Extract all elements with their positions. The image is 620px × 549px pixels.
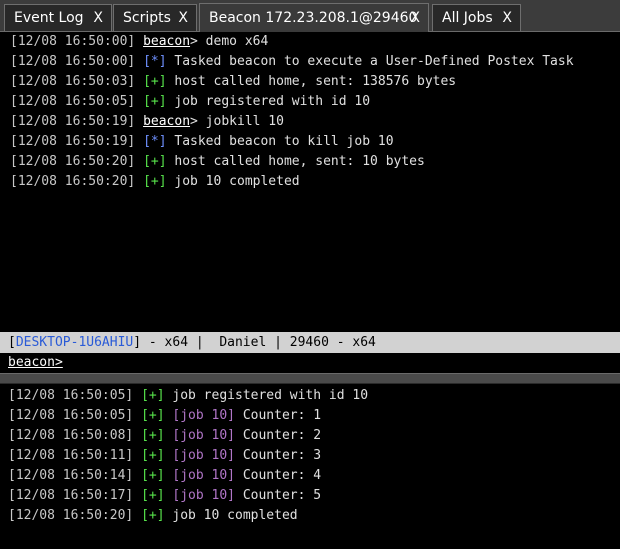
console-line: [12/08 16:50:05] [+] job registered with… [10, 92, 370, 112]
message-text: job registered with id 10 [166, 94, 371, 109]
close-icon[interactable]: X [410, 10, 420, 26]
success-tag: [+] [141, 508, 165, 523]
timestamp: [12/08 16:50:14] [8, 468, 134, 483]
job-tag: [job 10] [172, 488, 235, 503]
message-text: Tasked beacon to execute a User-Defined … [166, 54, 574, 69]
timestamp: [12/08 16:50:05] [8, 388, 134, 403]
console-line: [12/08 16:50:20] [+] job 10 completed [10, 172, 300, 192]
tab-bar: Event Log X Scripts X Beacon 172.23.208.… [0, 0, 620, 32]
success-tag: [+] [141, 408, 165, 423]
prompt-symbol: > [190, 114, 198, 129]
command-text: jobkill 10 [197, 114, 284, 129]
timestamp: [12/08 16:50:20] [10, 174, 136, 189]
tab-beacon[interactable]: Beacon 172.23.208.1@29460 X [199, 3, 429, 32]
console-line: [12/08 16:50:03] [+] host called home, s… [10, 72, 456, 92]
timestamp: [12/08 16:50:08] [8, 428, 134, 443]
message-text: job registered with id 10 [164, 388, 369, 403]
message-text: Counter: 1 [235, 408, 322, 423]
input-prompt: beacon> [8, 353, 63, 373]
success-tag: [+] [141, 488, 165, 503]
success-tag: [+] [141, 388, 165, 403]
message-text: Counter: 5 [235, 488, 322, 503]
message-text: job 10 completed [166, 174, 300, 189]
job-tag: [job 10] [172, 408, 235, 423]
console-line: [12/08 16:50:11] [+] [job 10] Counter: 3 [8, 446, 321, 466]
jobs-console-output[interactable]: [12/08 16:50:05] [+] job registered with… [0, 384, 620, 549]
message-text: host called home, sent: 138576 bytes [166, 74, 457, 89]
success-tag: [+] [143, 174, 167, 189]
console-line: [12/08 16:50:20] [+] host called home, s… [10, 152, 425, 172]
tab-label: All Jobs [442, 10, 493, 26]
timestamp: [12/08 16:50:19] [10, 114, 136, 129]
close-icon[interactable]: X [93, 10, 103, 26]
timestamp: [12/08 16:50:11] [8, 448, 134, 463]
console-line: [12/08 16:50:00] [*] Tasked beacon to ex… [10, 52, 574, 72]
close-icon[interactable]: X [178, 10, 188, 26]
command-input[interactable]: beacon> [0, 353, 620, 373]
tab-event-log[interactable]: Event Log X [4, 4, 112, 31]
tab-label: Beacon 172.23.208.1@29460 [209, 10, 418, 26]
timestamp: [12/08 16:50:17] [8, 488, 134, 503]
timestamp: [12/08 16:50:20] [8, 508, 134, 523]
message-text: host called home, sent: 10 bytes [166, 154, 425, 169]
info-tag: [*] [143, 134, 167, 149]
message-text: Tasked beacon to kill job 10 [166, 134, 394, 149]
console-line: [12/08 16:50:14] [+] [job 10] Counter: 4 [8, 466, 321, 486]
timestamp: [12/08 16:50:05] [8, 408, 134, 423]
input-prompt-symbol: > [54, 355, 63, 370]
beacon-console-output[interactable]: [12/08 16:50:00] beacon> demo x64 [12/08… [0, 32, 620, 332]
message-text: Counter: 4 [235, 468, 322, 483]
success-tag: [+] [143, 94, 167, 109]
console-line: [12/08 16:50:20] [+] job 10 completed [8, 506, 298, 526]
tab-label: Event Log [14, 10, 84, 26]
status-text: [DESKTOP-1U6AHIU] - x64 | Daniel | 29460… [8, 332, 376, 353]
success-tag: [+] [143, 154, 167, 169]
timestamp: [12/08 16:50:00] [10, 34, 136, 49]
job-tag: [job 10] [172, 428, 235, 443]
console-line: [12/08 16:50:17] [+] [job 10] Counter: 5 [8, 486, 321, 506]
success-tag: [+] [141, 428, 165, 443]
status-host: DESKTOP-1U6AHIU [15, 335, 134, 350]
console-line: [12/08 16:50:05] [+] job registered with… [8, 386, 368, 406]
input-prompt-label: beacon [8, 355, 55, 370]
console-line: [12/08 16:50:00] beacon> demo x64 [10, 32, 268, 52]
job-tag: [job 10] [172, 448, 235, 463]
timestamp: [12/08 16:50:03] [10, 74, 136, 89]
success-tag: [+] [143, 74, 167, 89]
split-pane-divider[interactable] [0, 373, 620, 384]
prompt-symbol: > [190, 34, 198, 49]
success-tag: [+] [141, 448, 165, 463]
console-line: [12/08 16:50:05] [+] [job 10] Counter: 1 [8, 406, 321, 426]
timestamp: [12/08 16:50:19] [10, 134, 136, 149]
status-bracket: [ [8, 335, 16, 350]
success-tag: [+] [141, 468, 165, 483]
command-prompt: beacon [143, 114, 191, 129]
timestamp: [12/08 16:50:00] [10, 54, 136, 69]
status-details: ] - x64 | Daniel | 29460 - x64 [133, 335, 376, 350]
timestamp: [12/08 16:50:05] [10, 94, 136, 109]
command-text: demo x64 [197, 34, 269, 49]
console-line: [12/08 16:50:19] beacon> jobkill 10 [10, 112, 284, 132]
info-tag: [*] [143, 54, 167, 69]
command-prompt: beacon [143, 34, 191, 49]
tab-all-jobs[interactable]: All Jobs X [432, 4, 521, 31]
job-tag: [job 10] [172, 468, 235, 483]
message-text: Counter: 2 [235, 428, 322, 443]
timestamp: [12/08 16:50:20] [10, 154, 136, 169]
console-line: [12/08 16:50:19] [*] Tasked beacon to ki… [10, 132, 394, 152]
message-text: job 10 completed [164, 508, 298, 523]
tab-label: Scripts [123, 10, 171, 26]
console-line: [12/08 16:50:08] [+] [job 10] Counter: 2 [8, 426, 321, 446]
tab-scripts[interactable]: Scripts X [113, 4, 197, 31]
message-text: Counter: 3 [235, 448, 322, 463]
beacon-status-bar: [DESKTOP-1U6AHIU] - x64 | Daniel | 29460… [0, 332, 620, 353]
close-icon[interactable]: X [502, 10, 512, 26]
